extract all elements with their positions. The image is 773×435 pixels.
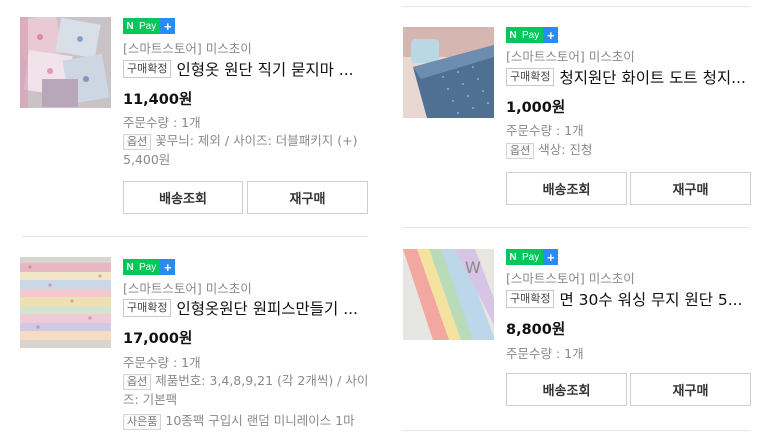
solid-fabric-image: W	[403, 249, 494, 340]
option-info: 옵션 색상: 진청	[506, 140, 592, 159]
track-delivery-button[interactable]: 배송조회	[506, 373, 627, 406]
option-text: 제품번호: 3,4,8,9,21 (각 2개씩) / 사이	[155, 373, 369, 388]
title-row: 구매확정 인형옷원단 원피스만들기 ...	[123, 297, 358, 319]
svg-text:W: W	[465, 258, 481, 277]
product-price: 11,400원	[123, 92, 193, 108]
npay-logo-icon: N Pay +	[123, 18, 176, 34]
product-thumbnail[interactable]	[20, 257, 111, 348]
option-tag: 옵션	[123, 134, 152, 150]
status-badge: 구매확정	[123, 299, 172, 317]
divider	[22, 236, 368, 237]
product-thumbnail[interactable]	[20, 17, 111, 108]
option-text: 꽃무늬: 제외 / 사이즈: 더블패키지 (+)	[155, 133, 358, 148]
order-quantity: 주문수량 : 1개	[123, 115, 201, 130]
divider	[402, 430, 750, 431]
product-title[interactable]: 인형옷 원단 직기 묻지마 ...	[176, 58, 353, 80]
option-info: 옵션 꽃무늬: 제외 / 사이즈: 더블패키지 (+) 5,400원	[123, 131, 373, 169]
npay-logo-icon: N Pay +	[506, 27, 559, 43]
option-text: 5,400원	[123, 152, 171, 167]
status-badge: 구매확정	[123, 60, 172, 78]
option-info: 옵션 제품번호: 3,4,8,9,21 (각 2개씩) / 사이 즈: 기본팩	[123, 371, 373, 409]
track-delivery-button[interactable]: 배송조회	[506, 172, 627, 205]
reorder-button[interactable]: 재구매	[247, 181, 368, 214]
store-name[interactable]: [스마트스토어] 미스초이	[506, 46, 635, 65]
product-price: 1,000원	[506, 100, 566, 116]
option-text: 색상: 진청	[538, 142, 593, 157]
denim-fabric-image	[403, 27, 494, 118]
store-name[interactable]: [스마트스토어] 미스초이	[123, 278, 252, 297]
title-row: 구매확정 면 30수 워싱 무지 원단 5...	[506, 288, 743, 310]
store-name[interactable]: [스마트스토어] 미스초이	[506, 268, 635, 287]
gift-text: 10종팩 구입시 랜덤 미니레이스 1마	[165, 413, 355, 428]
order-quantity: 주문수량 : 1개	[506, 346, 584, 361]
track-delivery-button[interactable]: 배송조회	[123, 181, 243, 214]
option-text: 즈: 기본팩	[123, 392, 178, 407]
order-quantity: 주문수량 : 1개	[506, 123, 584, 138]
fabric-bundle-image	[20, 17, 111, 108]
divider	[402, 6, 750, 7]
divider	[402, 227, 750, 228]
npay-logo-icon: N Pay +	[123, 259, 176, 275]
title-row: 구매확정 청지원단 화이트 도트 청지...	[506, 66, 746, 88]
reorder-button[interactable]: 재구매	[630, 373, 751, 406]
store-name[interactable]: [스마트스토어] 미스초이	[123, 38, 252, 57]
reorder-button[interactable]: 재구매	[630, 172, 751, 205]
gift-info: 사은품 10종팩 구입시 랜덤 미니레이스 1마	[123, 411, 355, 430]
product-thumbnail[interactable]: W	[403, 249, 494, 340]
product-price: 17,000원	[123, 331, 193, 347]
fabric-stack-image	[20, 257, 111, 348]
product-title[interactable]: 면 30수 워싱 무지 원단 5...	[559, 288, 742, 310]
option-tag: 옵션	[506, 143, 535, 159]
product-title[interactable]: 인형옷원단 원피스만들기 ...	[176, 297, 358, 319]
status-badge: 구매확정	[506, 290, 555, 308]
product-thumbnail[interactable]	[403, 27, 494, 118]
product-title[interactable]: 청지원단 화이트 도트 청지...	[559, 66, 745, 88]
status-badge: 구매확정	[506, 68, 555, 86]
gift-tag: 사은품	[123, 414, 162, 430]
product-price: 8,800원	[506, 322, 566, 338]
title-row: 구매확정 인형옷 원단 직기 묻지마 ...	[123, 58, 354, 80]
option-tag: 옵션	[123, 374, 152, 390]
npay-logo-icon: N Pay +	[506, 249, 559, 265]
order-quantity: 주문수량 : 1개	[123, 355, 201, 370]
